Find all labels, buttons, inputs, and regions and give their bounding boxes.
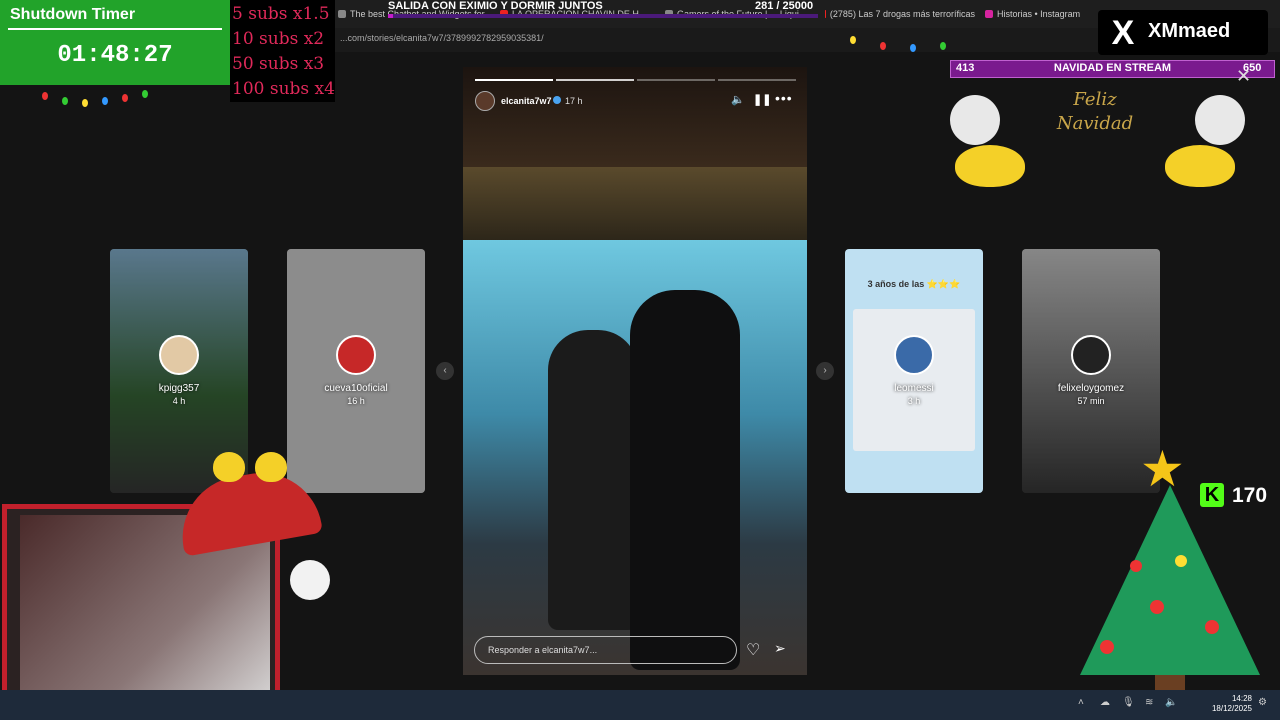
light-bulb [910, 44, 916, 52]
youtube-icon [825, 10, 826, 18]
rubber-duck-icon [255, 452, 287, 482]
story-post-preview [853, 309, 975, 451]
light-bulb [880, 42, 886, 50]
light-bulb [102, 97, 108, 105]
subs-rule: 50 subs x3 [232, 54, 325, 74]
story-time: 17 h [565, 96, 583, 106]
light-bulb [142, 90, 148, 98]
sub-goal-bar [388, 14, 818, 18]
volume-icon[interactable]: 🔈 [1165, 697, 1177, 708]
sub-goal-count: 281 / 25000 [755, 0, 814, 12]
chevron-up-icon[interactable]: ˄ [1078, 697, 1084, 708]
light-bulb [42, 92, 48, 100]
light-bulb [850, 36, 856, 44]
feliz-navidad-ornament: Feliz Navidad [1056, 89, 1134, 134]
next-story-button[interactable]: › [816, 362, 834, 380]
x-handle: XMmaed [1148, 20, 1231, 42]
ornament-icon [1150, 600, 1164, 614]
avatar [159, 335, 199, 375]
story-header-text: 3 años de las ⭐⭐⭐ [867, 279, 961, 289]
pause-icon[interactable]: ❚❚ [753, 93, 771, 106]
browser-tab-4[interactable]: (2785) Las 7 drogas más terroríficas [825, 4, 975, 24]
stream-title: SALIDA CON EXIMIO Y DORMIR JUNTOS [388, 0, 603, 12]
santa-icon [1195, 95, 1245, 145]
taskbar-time[interactable]: 14:28 [1202, 693, 1252, 704]
story-progress-segment [475, 79, 553, 81]
avatar [1071, 335, 1111, 375]
story-time: 3 h [907, 396, 921, 406]
reply-input[interactable]: Responder a elcanita7w7... [474, 636, 737, 664]
send-icon[interactable]: ➢ [774, 640, 786, 657]
browser-tab-active[interactable]: Historias • Instagram [985, 4, 1090, 24]
subs-rule: 5 subs x1.5 [232, 4, 330, 24]
light-bulb [62, 97, 68, 105]
tree-star-icon: ★ [1140, 441, 1185, 497]
verified-badge-icon [553, 96, 561, 104]
story-username: felixeloygomez [1057, 383, 1125, 394]
sound-icon[interactable]: 🔈 [731, 93, 745, 106]
site-icon [338, 10, 346, 18]
sub-goal-fill [388, 14, 393, 18]
story-photo-wall [463, 167, 807, 245]
avatar[interactable] [475, 91, 495, 111]
story-time: 57 min [1077, 396, 1105, 406]
avatar [336, 335, 376, 375]
santa-duck-left [955, 145, 1025, 187]
story-progress-segment [637, 79, 715, 81]
light-bulb [82, 99, 88, 107]
shutdown-timer-title: Shutdown Timer [10, 6, 136, 23]
cloud-icon[interactable]: ☁ [1100, 697, 1110, 708]
prev-story-button[interactable]: ‹ [436, 362, 454, 380]
story-time: 4 h [172, 396, 186, 406]
story-username: cueva10oficial [324, 383, 388, 394]
santa-duck-right [1165, 145, 1235, 187]
story-username[interactable]: elcanita7w7 [501, 96, 552, 106]
navidad-title: NAVIDAD EN STREAM [1053, 62, 1172, 74]
timer-divider [8, 28, 222, 30]
story-username: kpigg357 [158, 383, 200, 394]
story-photo-person [548, 330, 638, 630]
avatar [894, 335, 934, 375]
light-bulb [122, 94, 128, 102]
x-logo-icon: X [1111, 14, 1135, 52]
microphone-icon[interactable]: 🎙 [1122, 697, 1135, 708]
light-bulb [940, 42, 946, 50]
subs-multiplier-panel: 5 subs x1.5 10 subs x2 50 subs x3 100 su… [230, 0, 335, 102]
ornament-icon [1100, 640, 1114, 654]
windows-taskbar [0, 690, 1280, 720]
notification-icon[interactable]: ⚙ [1258, 697, 1267, 708]
story-time: 16 h [347, 396, 365, 406]
santa-hat-pompom [290, 560, 330, 600]
story-card-cueva10oficial[interactable]: cueva10oficial 16 h [287, 249, 425, 493]
ornament-icon [1205, 620, 1219, 634]
close-icon[interactable]: ✕ [1236, 66, 1251, 87]
rubber-duck-icon [213, 452, 245, 482]
story-card-leomessi[interactable]: 3 años de las ⭐⭐⭐ leomessi 3 h [845, 249, 983, 493]
story-progress-segment [556, 79, 634, 81]
wifi-icon[interactable]: ≋ [1145, 697, 1153, 708]
story-photo-person [630, 290, 740, 670]
taskbar-date[interactable]: 18/12/2025 [1202, 704, 1252, 713]
santa-icon [950, 95, 1000, 145]
ornament-icon [1175, 555, 1187, 567]
story-username: leomessi [894, 383, 934, 394]
ornament-icon [1130, 560, 1142, 572]
story-photo-ceiling [463, 67, 807, 167]
like-heart-icon[interactable]: ♡ [746, 640, 760, 660]
instagram-icon [985, 10, 993, 18]
subs-rule: 100 subs x4 [232, 79, 335, 99]
story-progress-segment [718, 79, 796, 81]
subs-rule: 10 subs x2 [232, 29, 325, 49]
shutdown-timer-value: 01:48:27 [57, 42, 173, 69]
more-options-icon[interactable]: ••• [775, 90, 793, 106]
url-field[interactable]: ...com/stories/elcanita7w7/3789992782959… [340, 33, 544, 43]
